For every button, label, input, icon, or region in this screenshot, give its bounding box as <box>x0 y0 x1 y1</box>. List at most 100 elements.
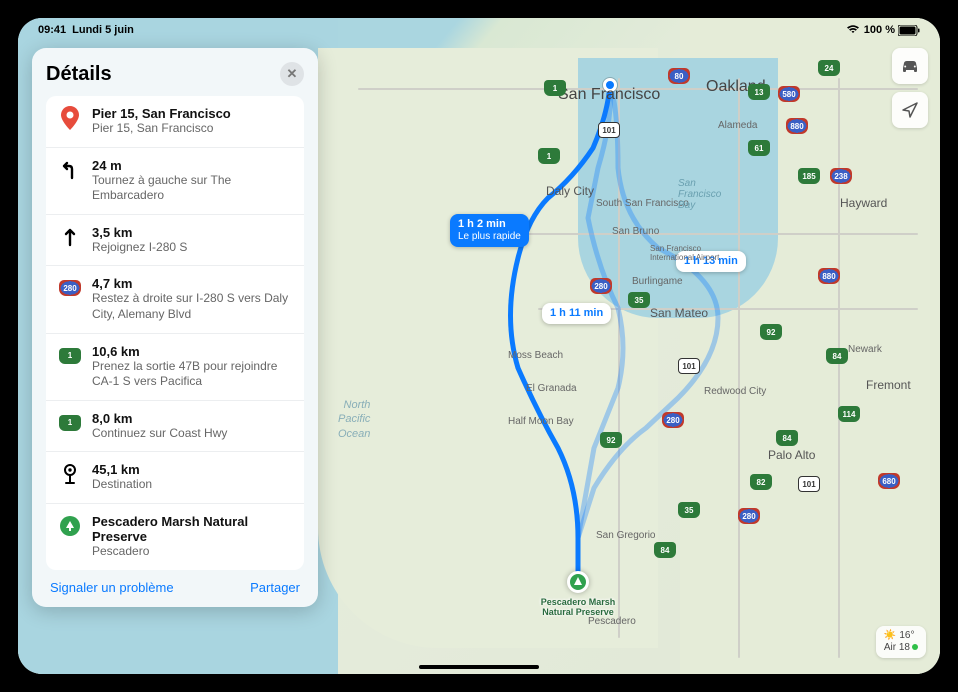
city-pescadero: Pescadero <box>588 616 636 627</box>
shield-ca1b: 1 <box>538 148 560 164</box>
shield-ca84b: 84 <box>654 542 676 558</box>
step-distance: 8,0 km <box>92 411 227 426</box>
city-redwood: Redwood City <box>704 386 766 397</box>
wifi-icon <box>846 24 860 37</box>
city-sanbruno: San Bruno <box>612 226 659 237</box>
step-distance: 45,1 km <box>92 462 152 477</box>
home-indicator[interactable] <box>419 665 539 669</box>
city-mossbeach: Moss Beach <box>508 350 563 361</box>
route-primary-note: Le plus rapide <box>458 231 521 243</box>
shield-ca84c: 84 <box>776 430 798 446</box>
route-primary-time: 1 h 2 min <box>458 218 506 230</box>
label-sf-airport: San Francisco International Airport <box>650 244 720 262</box>
status-time: 09:41 <box>38 24 66 36</box>
share-link[interactable]: Partager <box>250 580 300 595</box>
city-sanfrancisco: San Francisco <box>558 86 660 104</box>
step-row[interactable]: 3,5 km Rejoignez I-280 S <box>46 215 304 267</box>
label-sfbay: San Francisco Bay <box>678 178 738 211</box>
route-primary-callout[interactable]: 1 h 2 min Le plus rapide <box>450 214 529 247</box>
step-row[interactable]: 280 4,7 km Restez à droite sur I-280 S v… <box>46 266 304 333</box>
step-instruction: Prenez la sortie 47B pour rejoindre CA-1… <box>92 359 292 390</box>
step-row[interactable]: 45,1 km Destination <box>46 452 304 504</box>
shield-ca82: 82 <box>750 474 772 490</box>
shield-i880a: 880 <box>786 118 808 134</box>
shield-ca185: 185 <box>798 168 820 184</box>
label-ocean: North Pacific Ocean <box>338 398 370 441</box>
panel-title: Détails <box>46 63 112 86</box>
aqi-dot-icon <box>912 644 918 650</box>
arrival-icon <box>58 462 82 486</box>
city-sangregorio: San Gregorio <box>596 530 655 541</box>
weather-aqi: Air 18 <box>884 642 910 653</box>
sun-icon: ☀️ <box>884 630 896 642</box>
step-instruction: Rejoignez I-280 S <box>92 240 187 256</box>
shield-ca61: 61 <box>748 140 770 156</box>
status-bar: 09:41 Lundi 5 juin 100 % <box>18 18 940 40</box>
shield-us101a: 101 <box>598 122 620 138</box>
park-pin-icon <box>58 514 82 538</box>
step-destination[interactable]: Pescadero Marsh Natural Preserve Pescade… <box>46 504 304 570</box>
shield-us101b: 101 <box>678 358 700 374</box>
city-dalycity: Daly City <box>546 184 594 198</box>
shield-i880b: 880 <box>818 268 840 284</box>
step-distance: 24 m <box>92 158 292 173</box>
city-hmb: Half Moon Bay <box>508 416 574 427</box>
shield-i80: 80 <box>668 68 690 84</box>
location-arrow-icon <box>901 101 919 119</box>
step-instruction: Destination <box>92 477 152 493</box>
destination-pin-label: Pescadero Marsh Natural Preserve <box>541 598 616 618</box>
destination-title: Pescadero Marsh Natural Preserve <box>92 514 292 544</box>
step-instruction: Tournez à gauche sur The Embarcadero <box>92 173 292 204</box>
shield-i580: 580 <box>778 86 800 102</box>
step-distance: 3,5 km <box>92 225 187 240</box>
destination-pin[interactable]: Pescadero Marsh Natural Preserve <box>567 571 589 593</box>
shield-i680: 680 <box>878 473 900 489</box>
city-hayward: Hayward <box>840 196 887 210</box>
step-row[interactable]: 24 m Tournez à gauche sur The Embarcader… <box>46 148 304 215</box>
interstate-280-icon: 280 <box>58 276 82 300</box>
step-instruction: Continuez sur Coast Hwy <box>92 426 227 442</box>
shield-ca1a: 1 <box>544 80 566 96</box>
shield-ca84a: 84 <box>826 348 848 364</box>
locate-me-button[interactable] <box>892 92 928 128</box>
ca-1-icon: 1 <box>58 344 82 368</box>
straight-icon <box>58 225 82 249</box>
ca-1-icon: 1 <box>58 411 82 435</box>
shield-ca24: 24 <box>818 60 840 76</box>
directions-list: Pier 15, San Francisco Pier 15, San Fran… <box>46 96 304 570</box>
details-panel: Détails ✕ Pier 15, San Francisco Pier 15… <box>32 48 318 607</box>
shield-i280c: 280 <box>738 508 760 524</box>
shield-ca35a: 35 <box>628 292 650 308</box>
driving-mode-button[interactable] <box>892 48 928 84</box>
origin-subtitle: Pier 15, San Francisco <box>92 121 231 137</box>
city-paloalto: Palo Alto <box>768 448 815 462</box>
shield-ca114: 114 <box>838 406 860 422</box>
city-newark: Newark <box>848 344 882 355</box>
report-problem-link[interactable]: Signaler un problème <box>50 580 174 595</box>
city-burlingame: Burlingame <box>632 276 683 287</box>
car-icon <box>900 58 920 74</box>
step-row[interactable]: 1 8,0 km Continuez sur Coast Hwy <box>46 401 304 453</box>
shield-i280b: 280 <box>662 412 684 428</box>
step-row[interactable]: 1 10,6 km Prenez la sortie 47B pour rejo… <box>46 334 304 401</box>
step-instruction: Restez à droite sur I-280 S vers Daly Ci… <box>92 291 292 322</box>
status-date: Lundi 5 juin <box>72 24 134 36</box>
close-button[interactable]: ✕ <box>280 62 304 86</box>
close-icon: ✕ <box>287 66 298 82</box>
ipad-frame: 09:41 Lundi 5 juin 100 % <box>0 0 958 692</box>
route-alt1-callout[interactable]: 1 h 11 min <box>542 303 611 324</box>
screen: 09:41 Lundi 5 juin 100 % <box>18 18 940 674</box>
shield-ca35b: 35 <box>678 502 700 518</box>
shield-i238: 238 <box>830 168 852 184</box>
city-ssf: South San Francisco <box>596 198 689 209</box>
shield-ca92b: 92 <box>600 432 622 448</box>
battery-percent: 100 % <box>864 24 895 36</box>
weather-badge[interactable]: ☀️16° Air 18 <box>876 626 926 658</box>
city-alameda: Alameda <box>718 120 757 131</box>
destination-subtitle: Pescadero <box>92 544 292 560</box>
shield-ca92a: 92 <box>760 324 782 340</box>
step-origin[interactable]: Pier 15, San Francisco Pier 15, San Fran… <box>46 96 304 148</box>
city-fremont: Fremont <box>866 378 911 392</box>
battery-indicator: 100 % <box>864 24 920 36</box>
weather-temp: 16° <box>899 630 914 642</box>
